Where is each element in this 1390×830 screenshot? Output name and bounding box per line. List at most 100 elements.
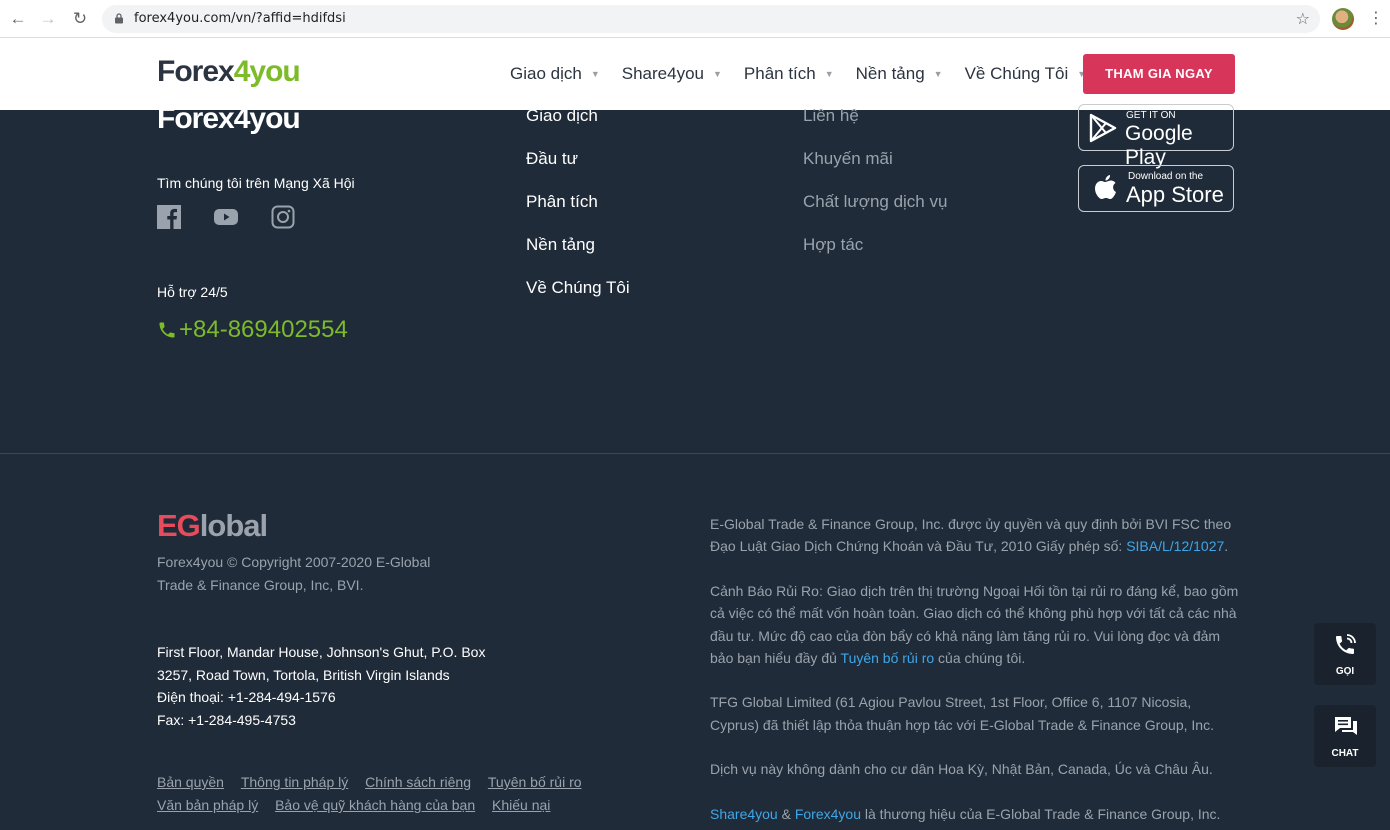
join-now-button[interactable]: THAM GIA NGAY	[1083, 54, 1235, 94]
social-heading: Tìm chúng tôi trên Mạng Xã Hội	[157, 175, 355, 191]
support-label: Hỗ trợ 24/5	[157, 284, 228, 300]
legal-link-privacy-policy[interactable]: Chính sách riêng	[365, 771, 471, 794]
legal-link-legal-info[interactable]: Thông tin pháp lý	[241, 771, 348, 794]
nav-label: Nền tảng	[855, 64, 925, 83]
logo-text-you: you	[249, 55, 300, 88]
site-header: Forex4you Giao dịch ▼ Share4you ▼ Phân tíc…	[0, 38, 1390, 110]
app-store-small-text: Download on the	[1128, 171, 1204, 182]
license-paragraph: E-Global Trade & Finance Group, Inc. đượ…	[710, 513, 1240, 558]
nav-item-ve-chung-toi[interactable]: Về Chúng Tôi ▼	[965, 64, 1087, 84]
footer-link-ve-chung-toi[interactable]: Về Chúng Tôi	[526, 278, 630, 321]
caret-down-icon: ▼	[933, 69, 943, 79]
footer-link-lien-he[interactable]: Liên hệ	[803, 106, 947, 149]
lock-icon	[115, 13, 123, 24]
app-store-big-text: App Store	[1126, 182, 1224, 207]
phone-line: Điện thoại: +1-284-494-1576	[157, 689, 336, 705]
copyright-text: Forex4you © Copyright 2007-2020 E-Global…	[157, 554, 431, 593]
apple-icon	[1095, 175, 1116, 199]
phone-icon	[159, 322, 175, 338]
support-phone-link[interactable]: +84-869402554	[157, 316, 348, 344]
google-play-icon	[1089, 113, 1117, 143]
browser-toolbar: ← → ↻ forex4you.com/vn/?affid=hdifdsi ☆ …	[0, 0, 1390, 38]
logo-text-4: 4	[233, 102, 251, 135]
logo-text-you: you	[249, 102, 300, 135]
license-text-end: .	[1224, 538, 1229, 555]
eglobal-logo-eg: EG	[157, 508, 201, 543]
call-button[interactable]: GỌI	[1314, 623, 1376, 685]
address-line: 3257, Road Town, Tortola, British Virgin…	[157, 666, 450, 683]
nav-item-giao-dich[interactable]: Giao dịch ▼	[510, 64, 600, 84]
footer-link-giao-dich[interactable]: Giao dịch	[526, 106, 630, 149]
nav-label: Share4you	[621, 64, 704, 83]
instagram-icon[interactable]	[271, 205, 295, 229]
fax-line: Fax: +1-284-495-4753	[157, 711, 296, 728]
footer-link-hop-tac[interactable]: Hợp tác	[803, 235, 947, 278]
risk-disclosure-link[interactable]: Tuyên bố rủi ro	[841, 650, 935, 666]
reload-icon[interactable]: ↻	[70, 9, 90, 29]
google-play-small-text: GET IT ON	[1126, 110, 1176, 121]
logo-text-forex: Forex	[157, 55, 235, 88]
chat-button[interactable]: CHAT	[1314, 705, 1376, 767]
footer-link-dau-tu[interactable]: Đầu tư	[526, 149, 630, 192]
nav-item-phan-tich[interactable]: Phân tích ▼	[744, 64, 834, 84]
legal-link-complaints[interactable]: Khiếu nại	[492, 794, 550, 817]
bookmark-star-icon[interactable]: ☆	[1296, 9, 1310, 29]
url-text[interactable]: forex4you.com/vn/?affid=hdifdsi	[134, 11, 346, 26]
eglobal-logo[interactable]: EGlobal	[157, 508, 268, 544]
footer-link-chat-luong-dich-vu[interactable]: Chất lượng dịch vụ	[803, 192, 947, 235]
social-icons	[157, 205, 328, 229]
support-phone-number: +84-869402554	[179, 316, 348, 343]
chat-bubbles-icon	[1335, 717, 1357, 735]
partnership-paragraph: TFG Global Limited (61 Agiou Pavlou Stre…	[710, 694, 1214, 733]
legal-links: Bản quyền Thông tin pháp lý Chính sách r…	[157, 771, 617, 817]
legal-link-risk-disclosure[interactable]: Tuyên bố rủi ro	[488, 771, 582, 794]
chat-label: CHAT	[1331, 748, 1359, 759]
footer-link-nen-tang[interactable]: Nền tảng	[526, 235, 630, 278]
app-store-button[interactable]: Download on the App Store	[1078, 165, 1234, 212]
footer-link-khuyen-mai[interactable]: Khuyến mãi	[803, 149, 947, 192]
nav-label: Về Chúng Tôi	[964, 64, 1069, 83]
eglobal-logo-rest: lobal	[199, 508, 268, 543]
profile-avatar[interactable]	[1332, 8, 1354, 30]
footer-link-phan-tich[interactable]: Phân tích	[526, 192, 630, 235]
legal-link-copyright[interactable]: Bản quyền	[157, 771, 224, 794]
trademark-text: là thương hiệu của E-Global Trade & Fina…	[861, 805, 1221, 822]
back-arrow-icon[interactable]: ←	[8, 9, 28, 29]
license-number-link[interactable]: SIBA/L/12/1027	[1126, 538, 1224, 554]
footer-forex4you-logo[interactable]: Forex4you	[157, 102, 301, 136]
facebook-icon[interactable]	[157, 205, 181, 229]
footer-links-col2: Liên hệ Khuyến mãi Chất lượng dịch vụ Hợ…	[803, 106, 947, 278]
company-address: First Floor, Mandar House, Johnson's Ghu…	[157, 641, 485, 731]
caret-down-icon: ▼	[712, 69, 722, 79]
nav-label: Phân tích	[743, 64, 816, 83]
browser-menu-icon[interactable]: ⋮	[1368, 9, 1384, 29]
residency-restriction-paragraph: Dịch vụ này không dành cho cư dân Hoa Kỳ…	[710, 761, 1213, 778]
ampersand: &	[777, 805, 795, 822]
nav-item-share4you[interactable]: Share4you ▼	[622, 64, 722, 84]
legal-link-client-fund-protection[interactable]: Bảo vệ quỹ khách hàng của bạn	[275, 794, 475, 817]
risk-warning-paragraph: Cảnh Báo Rủi Ro: Giao dịch trên thị trườ…	[710, 580, 1240, 670]
logo-text-4: 4	[233, 55, 251, 88]
regulatory-text: E-Global Trade & Finance Group, Inc. đượ…	[710, 513, 1240, 830]
trademark-paragraph: Share4you & Forex4you là thương hiệu của…	[710, 803, 1240, 825]
section-divider	[0, 453, 1390, 454]
caret-down-icon: ▼	[824, 69, 834, 79]
forex4you-link[interactable]: Forex4you	[795, 806, 861, 822]
legal-link-legal-documents[interactable]: Văn bản pháp lý	[157, 794, 258, 817]
share4you-link[interactable]: Share4you	[710, 806, 778, 822]
caret-down-icon: ▼	[590, 69, 600, 79]
call-label: GỌI	[1335, 666, 1355, 677]
forward-arrow-icon[interactable]: →	[38, 9, 58, 29]
google-play-button[interactable]: GET IT ON Google Play	[1078, 104, 1234, 169]
nav-item-nen-tang[interactable]: Nền tảng ▼	[856, 64, 943, 84]
address-line: First Floor, Mandar House, Johnson's Ghu…	[157, 644, 486, 660]
logo-text-forex: Forex	[157, 102, 235, 135]
footer-links-col1: Giao dịch Đầu tư Phân tích Nền tảng Về C…	[526, 106, 630, 321]
nav-label: Giao dịch	[510, 64, 582, 83]
forex4you-logo[interactable]: Forex4you	[157, 55, 301, 89]
youtube-icon[interactable]	[214, 205, 238, 229]
phone-ringing-icon	[1336, 634, 1356, 654]
google-play-big-text: Google Play	[1125, 122, 1193, 169]
address-bar[interactable]: forex4you.com/vn/?affid=hdifdsi ☆	[102, 5, 1320, 33]
main-nav: Giao dịch ▼ Share4you ▼ Phân tích ▼ Nền tản…	[510, 64, 1108, 84]
